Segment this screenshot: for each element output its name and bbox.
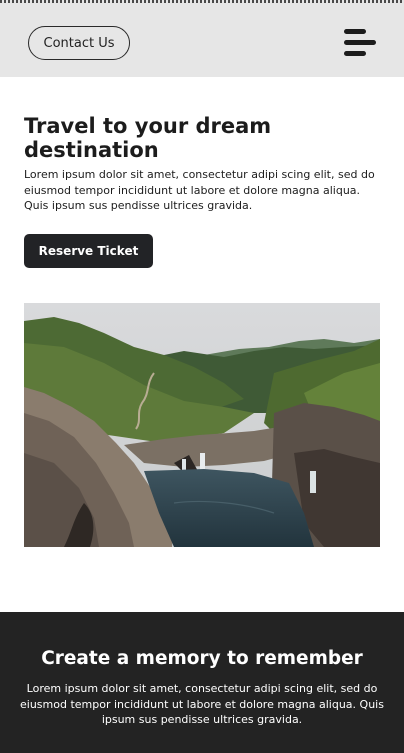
hero-description: Lorem ipsum dolor sit amet, consectetur … [24,168,375,212]
site-footer: Create a memory to remember Lorem ipsum … [0,612,404,753]
menu-line [344,29,366,34]
contact-us-button[interactable]: Contact Us [28,26,130,60]
footer-title: Create a memory to remember [41,648,363,669]
menu-line [344,40,376,45]
reserve-ticket-button[interactable]: Reserve Ticket [24,234,153,268]
site-header: Contact Us [0,3,404,77]
coastal-canyon-illustration [24,303,380,547]
hamburger-menu-icon[interactable] [344,27,378,59]
menu-line [344,51,366,56]
landscape-photo [24,303,380,547]
hero-title: Travel to your dream destination [24,114,272,162]
footer-description: Lorem ipsum dolor sit amet, consectetur … [20,682,384,726]
